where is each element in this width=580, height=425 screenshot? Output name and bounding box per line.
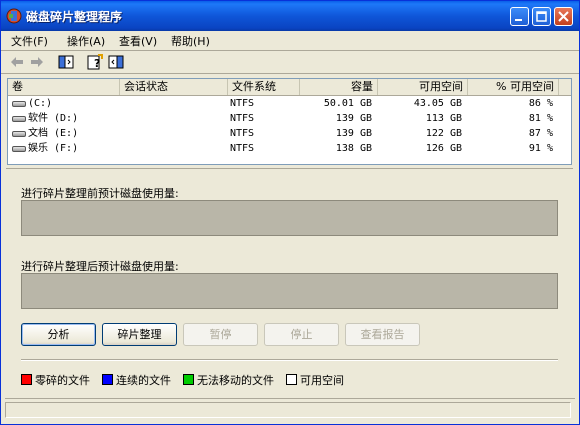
percent-free: 91 % — [528, 143, 553, 154]
svg-text:?: ? — [94, 57, 100, 70]
pause-button[interactable]: 暂停 — [183, 323, 258, 346]
capacity: 139 GB — [335, 128, 372, 139]
blue-swatch-icon — [102, 374, 113, 385]
capacity: 139 GB — [335, 113, 372, 124]
show-hide-console-tree-icon[interactable] — [58, 54, 74, 70]
legend-divider — [21, 359, 558, 361]
maximize-button[interactable] — [532, 7, 551, 26]
legend-label: 无法移动的文件 — [197, 374, 274, 387]
drive-icon — [12, 116, 26, 122]
volume-name: (C:) — [28, 98, 53, 109]
close-icon — [558, 11, 569, 22]
column-capacity[interactable]: 容量 — [300, 79, 378, 95]
analyze-button[interactable]: 分析 — [21, 323, 96, 346]
after-defrag-label: 进行碎片整理后预计磁盘使用量: — [21, 260, 179, 273]
free-space: 113 GB — [425, 113, 462, 124]
column-volume[interactable]: 卷 — [8, 79, 120, 95]
volume-name: 文档 (E:) — [28, 128, 79, 139]
toolbar-separator — [1, 73, 579, 74]
title-bar[interactable]: 磁盘碎片整理程序 — [1, 1, 579, 31]
status-bar — [5, 398, 575, 419]
maximize-icon — [536, 11, 547, 22]
defragment-button[interactable]: 碎片整理 — [102, 323, 177, 346]
back-icon[interactable] — [9, 54, 25, 70]
table-row[interactable]: 软件 (D:) NTFS 139 GB 113 GB 81 % — [8, 112, 571, 126]
menu-help[interactable]: 帮助(H) — [171, 33, 210, 49]
forward-icon[interactable] — [29, 54, 45, 70]
volume-list[interactable]: 卷 会话状态 文件系统 容量 可用空间 % 可用空间 (C:) NTFS 50.… — [7, 78, 572, 165]
red-swatch-icon — [21, 374, 32, 385]
file-system: NTFS — [230, 98, 255, 109]
column-file-system[interactable]: 文件系统 — [228, 79, 300, 95]
percent-free: 87 % — [528, 128, 553, 139]
file-system: NTFS — [230, 128, 255, 139]
file-system: NTFS — [230, 113, 255, 124]
column-free-space[interactable]: 可用空间 — [378, 79, 468, 95]
free-space: 43.05 GB — [413, 98, 462, 109]
drive-icon — [12, 131, 26, 137]
green-swatch-icon — [183, 374, 194, 385]
capacity: 50.01 GB — [323, 98, 372, 109]
free-space: 122 GB — [425, 128, 462, 139]
capacity: 138 GB — [335, 143, 372, 154]
before-defrag-label: 进行碎片整理前预计磁盘使用量: — [21, 187, 179, 200]
status-panel — [5, 402, 571, 418]
legend-label: 连续的文件 — [116, 374, 171, 387]
stop-button[interactable]: 停止 — [264, 323, 339, 346]
drive-icon — [12, 101, 26, 107]
legend-unmovable-files: 无法移动的文件 — [183, 372, 274, 388]
menu-view[interactable]: 查看(V) — [119, 33, 157, 49]
view-report-button[interactable]: 查看报告 — [345, 323, 420, 346]
legend-free-space: 可用空间 — [286, 372, 344, 388]
free-space: 126 GB — [425, 143, 462, 154]
help-icon[interactable]: ? — [87, 54, 103, 70]
menu-action[interactable]: 操作(A) — [67, 33, 105, 49]
volume-list-header: 卷 会话状态 文件系统 容量 可用空间 % 可用空间 — [8, 79, 571, 96]
minimize-icon — [515, 19, 522, 21]
column-percent-free[interactable]: % 可用空间 — [468, 79, 559, 95]
window-title: 磁盘碎片整理程序 — [26, 10, 123, 24]
menu-bar: 文件(F) 操作(A) 查看(V) 帮助(H) — [1, 31, 579, 50]
close-button[interactable] — [554, 7, 573, 26]
before-defrag-usage-bar — [21, 200, 558, 236]
table-row[interactable]: 文档 (E:) NTFS 139 GB 122 GB 87 % — [8, 127, 571, 141]
drive-icon — [12, 146, 26, 152]
legend-contiguous-files: 连续的文件 — [102, 372, 171, 388]
volume-name: 软件 (D:) — [28, 113, 79, 124]
table-row[interactable]: 娱乐 (F:) NTFS 138 GB 126 GB 91 % — [8, 142, 571, 156]
defrag-app-icon — [6, 8, 22, 24]
legend-fragmented-files: 零碎的文件 — [21, 372, 90, 388]
legend-label: 零碎的文件 — [35, 374, 90, 387]
volume-name: 娱乐 (F:) — [28, 143, 79, 154]
column-session-status[interactable]: 会话状态 — [120, 79, 228, 95]
table-row[interactable]: (C:) NTFS 50.01 GB 43.05 GB 86 % — [8, 97, 571, 111]
white-swatch-icon — [286, 374, 297, 385]
legend-label: 可用空间 — [300, 374, 344, 387]
menu-file[interactable]: 文件(F) — [11, 33, 48, 49]
file-system: NTFS — [230, 143, 255, 154]
percent-free: 86 % — [528, 98, 553, 109]
minimize-button[interactable] — [510, 7, 529, 26]
splitter[interactable] — [6, 168, 573, 169]
defrag-window: 磁盘碎片整理程序 文件(F) 操作(A) 查看(V) 帮助(H) ? 卷 会话状… — [0, 0, 580, 425]
properties-pane-icon[interactable] — [108, 54, 124, 70]
percent-free: 81 % — [528, 113, 553, 124]
after-defrag-usage-bar — [21, 273, 558, 309]
toolbar: ? — [1, 51, 579, 72]
